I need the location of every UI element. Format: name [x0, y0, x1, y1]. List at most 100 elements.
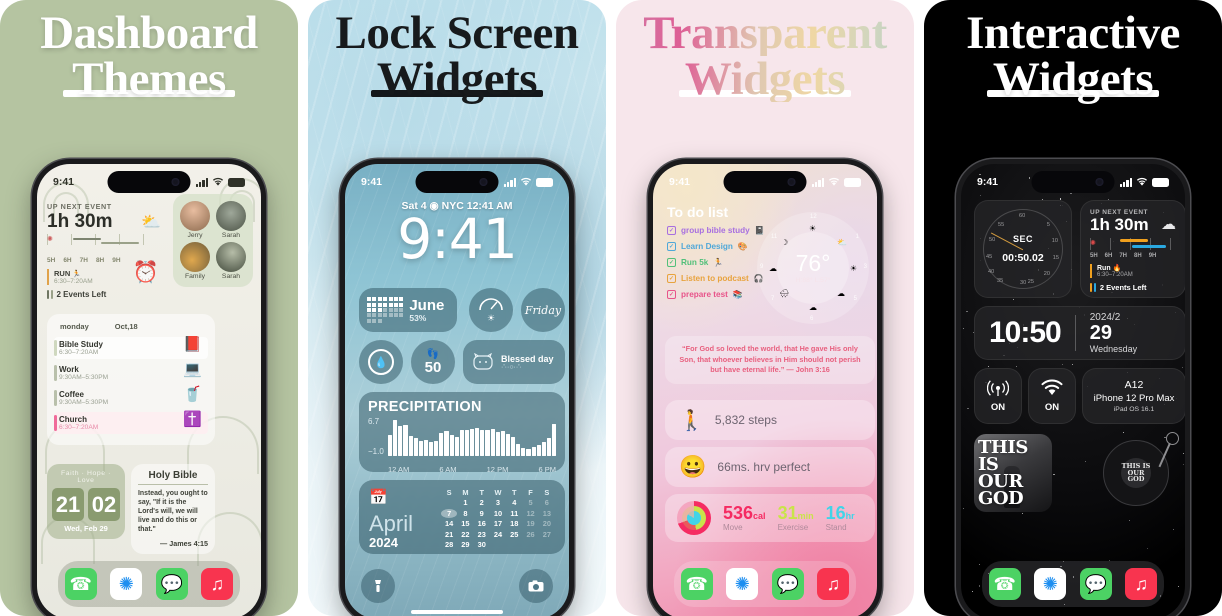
calendar-day[interactable]: 3: [490, 498, 506, 507]
calendar-day[interactable]: 10: [490, 509, 506, 518]
wifi-toggle[interactable]: ON: [1028, 368, 1076, 424]
clock-date-widget[interactable]: 10:50 2024/2 29 Wednesday: [974, 306, 1185, 360]
messages-icon[interactable]: 💬: [155, 568, 188, 600]
blessed-title: Blessed day: [501, 353, 554, 364]
music-icon[interactable]: ♫: [817, 568, 850, 600]
calendar-day[interactable]: 17: [490, 519, 506, 528]
todo-title: To do list: [667, 204, 729, 220]
phone-icon[interactable]: ☎: [64, 568, 97, 600]
star: [979, 195, 981, 197]
panel4-headline-line2: Widgets: [992, 53, 1154, 106]
person-tile[interactable]: Family: [178, 242, 212, 280]
device-info-widget[interactable]: A12 iPhone 12 Pro Max iPad OS 16.1: [1082, 368, 1185, 424]
album-art-widget[interactable]: THIS IS OUR GOD: [974, 434, 1052, 512]
calendar-day[interactable]: 26: [522, 530, 538, 539]
precipitation-chart-widget[interactable]: PRECIPITATION 6.7 −1.0 12 AM 6 AM 12 PM …: [359, 392, 565, 474]
calendar-day[interactable]: 11: [506, 509, 522, 518]
people-widget[interactable]: Jerry Sarah Family Sarah: [173, 194, 253, 287]
calendar-day[interactable]: 23: [474, 530, 490, 539]
star: [978, 585, 981, 587]
calendar-day[interactable]: 30: [474, 540, 490, 549]
calendar-day[interactable]: 7: [441, 508, 458, 519]
safari-icon[interactable]: ✺: [1034, 568, 1067, 600]
calendar-day[interactable]: 2: [474, 498, 490, 507]
calendar-day[interactable]: 22: [457, 530, 473, 539]
weather-dial-widget[interactable]: 76° H:88° L:57° 12 1 3 5 6 7 9 11 ☀ ⛅ ☀ …: [757, 212, 869, 324]
messages-icon[interactable]: 💬: [1079, 568, 1112, 600]
phone-icon[interactable]: ☎: [988, 568, 1021, 600]
calendar-day[interactable]: 6: [539, 498, 555, 507]
calendar-day[interactable]: 14: [441, 519, 457, 528]
person-tile[interactable]: Sarah: [214, 242, 248, 280]
todo-item[interactable]: ✓ prepare test 📚: [667, 290, 775, 299]
todo-checkbox[interactable]: ✓: [667, 258, 676, 267]
stopwatch-widget[interactable]: SEC 00:50.02 60 5 10 15 20 25 30 35 40 4…: [974, 200, 1072, 298]
calendar-day-grid[interactable]: S M T W T F S 1 2 3 4 5 6 7 8 9 10 11 12 13 14 15 16 17 18 19 20 21…: [441, 488, 555, 549]
calendar-day[interactable]: 12: [522, 509, 538, 518]
bible-verse-widget[interactable]: Holy Bible Instead, you ought to say, "I…: [131, 464, 215, 554]
chart-bar: [546, 438, 551, 456]
activity-rings-widget[interactable]: 536cal Move 31min Exercise 16hr Stand: [665, 494, 875, 542]
todo-checkbox[interactable]: ✓: [667, 290, 676, 299]
music-icon[interactable]: ♫: [201, 568, 234, 600]
person-tile[interactable]: Sarah: [214, 201, 248, 239]
calendar-event-row[interactable]: Church 6:30–7:20AM ✝️: [54, 411, 208, 434]
music-icon[interactable]: ♫: [1125, 568, 1158, 600]
calendar-event-row[interactable]: Work 9:30AM–5:30PM 💻: [54, 361, 208, 384]
calendar-day[interactable]: 25: [506, 530, 522, 539]
todo-checkbox[interactable]: ✓: [667, 242, 676, 251]
calendar-left: 📅 April 2024: [369, 488, 431, 550]
bible-reference: — James 4:15: [160, 538, 208, 548]
calendar-day[interactable]: 9: [474, 509, 490, 518]
calendar-day[interactable]: 28: [441, 540, 457, 549]
todo-checkbox[interactable]: ✓: [667, 274, 676, 283]
calendar-day[interactable]: 1: [457, 498, 473, 507]
calendar-day[interactable]: 16: [474, 519, 490, 528]
up-next-event-widget[interactable]: UP NEXT EVENT 1h 30m ⛅ ✺ 5H 6H 7H 8H 9H …: [47, 202, 175, 299]
up-next-event-widget[interactable]: UP NEXT EVENT 1h 30m ☁ ✺ 5H 6H 7H 8H 9H …: [1080, 200, 1185, 298]
calendar-day[interactable]: 5: [522, 498, 538, 507]
bible-verse-widget[interactable]: “For God so loved the world, that He gav…: [665, 336, 875, 384]
brightness-gauge-widget[interactable]: ☀: [469, 288, 513, 332]
calendar-event-row[interactable]: Bible Study 6:30–7:20AM 📕: [54, 336, 208, 359]
calendar-day[interactable]: 27: [539, 530, 555, 539]
calendar-day[interactable]: 4: [506, 498, 522, 507]
safari-icon[interactable]: ✺: [726, 568, 759, 600]
person-tile[interactable]: Jerry: [178, 201, 212, 239]
calendar-day[interactable]: 13: [539, 509, 555, 518]
calendar-day[interactable]: 29: [457, 540, 473, 549]
calendar-day[interactable]: 21: [441, 530, 457, 539]
calendar-day[interactable]: 19: [522, 519, 538, 528]
todo-text: Listen to podcast: [681, 274, 749, 283]
friday-label-widget[interactable]: Friday: [521, 288, 565, 332]
app-store-screenshot-gallery: Dashboard Themes 9:41 UP NEXT EVENT 1h 3…: [0, 0, 1222, 616]
messages-icon[interactable]: 💬: [771, 568, 804, 600]
todo-item[interactable]: ✓ group bible study 📓: [667, 226, 775, 235]
camera-button[interactable]: [519, 569, 553, 603]
calendar-day[interactable]: 18: [506, 519, 522, 528]
todo-checkbox[interactable]: ✓: [667, 226, 676, 235]
hrv-widget[interactable]: 😀 66ms. hrv perfect: [665, 447, 875, 487]
lock-clock: 9:41: [397, 207, 518, 271]
calendar-event-row[interactable]: Coffee 9:30AM–5:30PM 🥤: [54, 386, 208, 409]
steps-widget[interactable]: 👣 50: [411, 340, 455, 384]
flip-clock-widget[interactable]: Faith · Hope · Love 21 02 Wed, Feb 29: [47, 464, 125, 539]
water-intake-widget[interactable]: 💧: [359, 340, 403, 384]
calendar-day[interactable]: 24: [490, 530, 506, 539]
weather-icon-cloud4: ☁: [769, 264, 777, 273]
blessed-day-widget[interactable]: Blessed day ·'··○··'·: [463, 340, 565, 384]
calendar-list-widget[interactable]: monday Oct,18 Bible Study 6:30–7:20AM 📕 …: [47, 314, 215, 445]
calendar-day[interactable]: 20: [539, 519, 555, 528]
calendar-day[interactable]: 8: [457, 509, 473, 518]
safari-icon[interactable]: ✺: [110, 568, 143, 600]
mark-45: 45: [986, 254, 993, 260]
month-progress-widget[interactable]: June 53%: [359, 288, 457, 332]
friday-text: Friday: [524, 303, 562, 317]
month-calendar-widget[interactable]: 📅 April 2024 S M T W T F S 1 2 3 4 5 6 7 8 9 10 11 12 13 14 1…: [359, 480, 565, 554]
cellular-toggle[interactable]: ON: [974, 368, 1022, 424]
calendar-day[interactable]: 15: [457, 519, 473, 528]
event-timeline: ✺: [1090, 237, 1176, 250]
steps-widget[interactable]: 🚶 5,832 steps: [665, 400, 875, 440]
flashlight-button[interactable]: [361, 569, 395, 603]
phone-icon[interactable]: ☎: [680, 568, 713, 600]
